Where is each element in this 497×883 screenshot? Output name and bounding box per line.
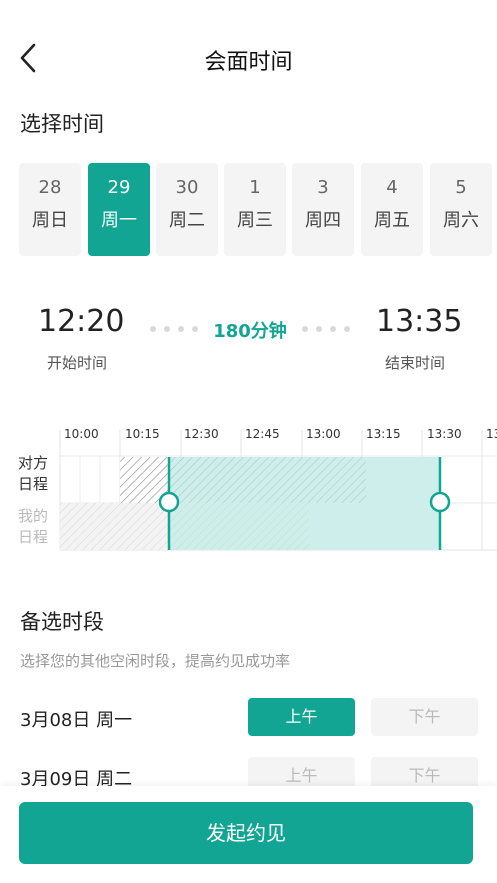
tick-label: 12:30 <box>184 427 219 441</box>
dot <box>330 326 336 332</box>
date-day: 1 <box>249 177 261 198</box>
tick-label: 13:00 <box>306 427 341 441</box>
date-weekday: 周六 <box>443 210 479 231</box>
date-item-1[interactable]: 1 周三 <box>224 163 286 256</box>
dot <box>316 326 322 332</box>
alternatives-subtitle: 选择您的其他空闲时段，提高约见成功率 <box>20 652 291 670</box>
date-day: 30 <box>175 177 199 198</box>
end-time-label: 结束时间 <box>385 354 446 372</box>
page-title: 会面时间 <box>204 50 293 75</box>
tick-label: 13 <box>486 427 497 441</box>
am-slot-button[interactable]: 上午 <box>248 698 355 736</box>
date-day: 3 <box>317 177 329 198</box>
selection-fill-bottom <box>309 503 440 550</box>
duration-indicator: 180分钟 <box>150 317 350 342</box>
tick-label: 13:15 <box>366 427 401 441</box>
date-item-5[interactable]: 5 周六 <box>430 163 492 256</box>
date-weekday: 周二 <box>169 210 205 231</box>
date-item-30[interactable]: 30 周二 <box>156 163 218 256</box>
date-day: 28 <box>38 177 62 198</box>
date-weekday: 周五 <box>374 210 410 231</box>
select-time-title: 选择时间 <box>20 112 104 136</box>
pm-slot-button[interactable]: 下午 <box>371 698 478 736</box>
start-time: 12:20 <box>38 304 125 339</box>
submit-button[interactable]: 发起约见 <box>19 802 473 864</box>
selection-fill-top <box>366 457 440 503</box>
date-weekday: 周日 <box>32 210 68 231</box>
bottom-bar: 发起约见 <box>0 786 497 883</box>
my-busy-overlap <box>169 503 309 550</box>
other-schedule-label: 对方 日程 <box>18 454 49 493</box>
date-day: 5 <box>455 177 467 198</box>
date-weekday: 周一 <box>101 210 137 231</box>
date-day: 29 <box>107 177 131 198</box>
dot <box>302 326 308 332</box>
timeline-graphic <box>59 430 497 551</box>
schedule-timeline[interactable]: 10:00 10:15 12:30 12:45 13:00 13:15 13:3… <box>0 420 497 560</box>
tick-label: 10:15 <box>125 427 160 441</box>
alt-date-0: 3月08日 周一 <box>20 710 133 731</box>
date-item-3[interactable]: 3 周四 <box>292 163 354 256</box>
dot <box>344 326 350 332</box>
tick-label: 13:30 <box>427 427 462 441</box>
date-weekday: 周四 <box>305 210 341 231</box>
end-handle[interactable] <box>429 491 451 513</box>
date-day: 4 <box>386 177 398 198</box>
header: 会面时间 <box>0 0 497 115</box>
tick-label: 10:00 <box>64 427 99 441</box>
start-time-label: 开始时间 <box>47 354 108 372</box>
date-picker: 28 周日 29 周一 30 周二 1 周三 3 周四 4 周五 5 周六 <box>19 163 497 256</box>
date-weekday: 周三 <box>237 210 273 231</box>
tick-label: 12:45 <box>245 427 280 441</box>
other-busy-overlap <box>169 457 366 503</box>
alternatives-title: 备选时段 <box>20 610 104 634</box>
date-item-4[interactable]: 4 周五 <box>361 163 423 256</box>
end-time: 13:35 <box>376 304 463 339</box>
my-schedule-label: 我的 日程 <box>18 507 49 546</box>
date-item-28[interactable]: 28 周日 <box>19 163 81 256</box>
date-item-29[interactable]: 29 周一 <box>88 163 150 256</box>
my-busy-block <box>60 503 169 550</box>
start-handle[interactable] <box>158 491 180 513</box>
